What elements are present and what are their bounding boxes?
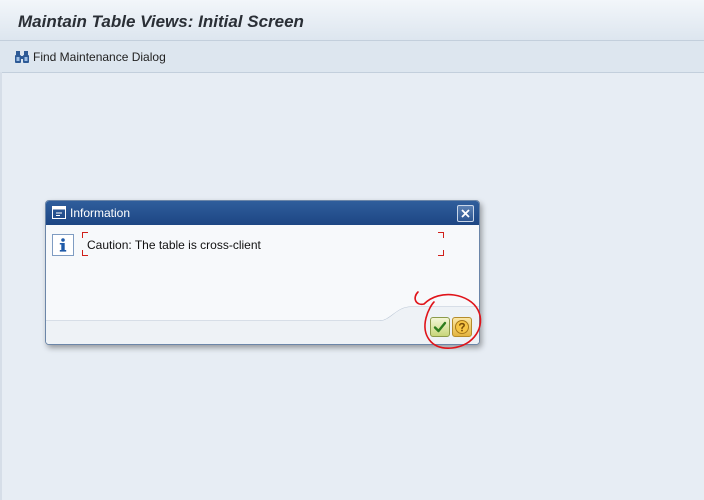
- help-button[interactable]: [452, 317, 472, 337]
- left-border: [0, 72, 2, 500]
- find-maintenance-dialog-label: Find Maintenance Dialog: [33, 50, 166, 64]
- dialog-header: Information: [46, 201, 479, 225]
- message-text: Caution: The table is cross-client: [87, 238, 261, 252]
- binoculars-icon: [14, 49, 30, 65]
- dialog-window-icon: [52, 206, 66, 219]
- title-bar: Maintain Table Views: Initial Screen: [0, 0, 704, 41]
- footer-divider: [46, 306, 479, 344]
- page-title: Maintain Table Views: Initial Screen: [18, 12, 304, 31]
- close-icon: [461, 209, 470, 218]
- sap-screen: Maintain Table Views: Initial Screen Fin…: [0, 0, 704, 500]
- dialog-body: Caution: The table is cross-client: [46, 225, 479, 344]
- dialog-title: Information: [70, 206, 131, 220]
- find-maintenance-dialog-button[interactable]: Find Maintenance Dialog: [14, 47, 166, 67]
- confirm-button[interactable]: [430, 317, 450, 337]
- information-dialog: Information Caution: The table is cross-…: [45, 200, 480, 345]
- focus-corner: [438, 250, 444, 256]
- checkmark-icon: [433, 321, 447, 333]
- help-icon: [455, 320, 469, 334]
- focus-corner: [438, 232, 444, 238]
- application-toolbar: Find Maintenance Dialog: [0, 41, 704, 73]
- close-button[interactable]: [457, 205, 474, 222]
- info-icon: [52, 234, 74, 256]
